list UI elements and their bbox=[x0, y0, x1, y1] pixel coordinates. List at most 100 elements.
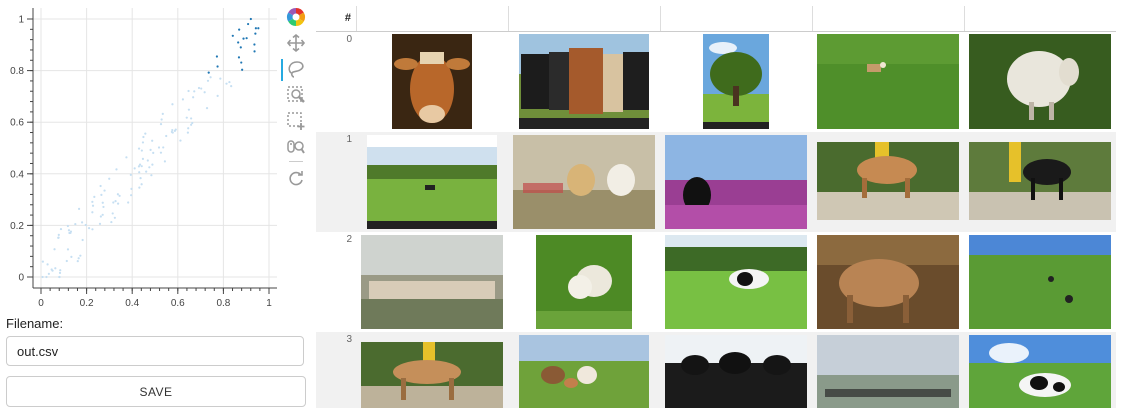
scatter-point bbox=[77, 257, 80, 260]
table-cell[interactable] bbox=[356, 32, 508, 132]
pan-tool-icon[interactable] bbox=[283, 30, 309, 56]
cows-in-fog-photo bbox=[817, 335, 959, 408]
table-cell[interactable] bbox=[812, 332, 964, 408]
brown-cow-pen-photo bbox=[817, 142, 959, 220]
table-cell[interactable] bbox=[660, 232, 812, 332]
scatter-point bbox=[58, 271, 62, 274]
scatter-point bbox=[76, 260, 79, 263]
table-cell[interactable] bbox=[964, 332, 1116, 408]
y-tick-label: 0.4 bbox=[10, 169, 24, 180]
scatter-point bbox=[81, 238, 84, 242]
x-tick-label: 0.2 bbox=[80, 298, 94, 309]
scatter-point bbox=[200, 87, 203, 90]
scatter-point bbox=[237, 56, 241, 59]
y-tick-label: 0.8 bbox=[10, 66, 24, 77]
lasso-select-tool-icon[interactable] bbox=[281, 56, 309, 82]
scatter-point bbox=[67, 229, 71, 232]
table-cell[interactable] bbox=[812, 232, 964, 332]
y-tick-label: 1 bbox=[18, 15, 24, 26]
box-select-tool-icon[interactable] bbox=[283, 108, 309, 134]
scatter-point bbox=[165, 134, 168, 138]
scatter-point bbox=[113, 216, 116, 219]
table-cell[interactable] bbox=[508, 32, 660, 132]
table-cell[interactable] bbox=[660, 132, 812, 232]
scatter-point bbox=[190, 117, 193, 120]
table-row[interactable]: 2 bbox=[316, 232, 1116, 332]
column-header[interactable] bbox=[356, 6, 509, 31]
black-cow-pen-photo bbox=[969, 142, 1111, 220]
table-cell[interactable] bbox=[964, 132, 1116, 232]
box-zoom-tool-icon[interactable] bbox=[283, 82, 309, 108]
table-cell[interactable] bbox=[508, 232, 660, 332]
scatter-point bbox=[118, 194, 121, 197]
save-button[interactable]: SAVE bbox=[6, 376, 306, 407]
table-cell[interactable] bbox=[964, 32, 1116, 132]
scatter-point bbox=[186, 131, 189, 134]
table-cell[interactable] bbox=[508, 332, 660, 408]
scatter-point bbox=[160, 118, 163, 121]
scatter-point bbox=[241, 68, 244, 71]
scatter-point bbox=[240, 61, 243, 64]
scatter-point bbox=[239, 46, 242, 49]
scatter-point bbox=[99, 215, 102, 218]
holstein-cow-grass-photo bbox=[969, 335, 1111, 408]
scatter-point bbox=[46, 263, 49, 266]
scatter-point bbox=[216, 94, 219, 97]
scatter-point bbox=[137, 147, 141, 150]
table-cell[interactable] bbox=[356, 132, 508, 232]
table-cell[interactable] bbox=[812, 132, 964, 232]
scatter-point bbox=[219, 77, 222, 80]
table-cell[interactable] bbox=[508, 132, 660, 232]
scatter-point bbox=[187, 127, 190, 130]
table-row[interactable]: 1 bbox=[316, 132, 1116, 232]
table-row[interactable]: 3 bbox=[316, 332, 1116, 408]
dog-in-flowers-photo bbox=[665, 135, 807, 229]
brown-cow-fence-photo bbox=[361, 342, 503, 408]
column-header[interactable] bbox=[660, 6, 813, 31]
table-cell[interactable] bbox=[812, 32, 964, 132]
herd-of-cows-photo bbox=[519, 34, 649, 129]
scatter-point bbox=[238, 28, 241, 31]
column-header[interactable] bbox=[812, 6, 965, 31]
cows-and-calf-photo bbox=[519, 335, 649, 408]
table-cell[interactable] bbox=[660, 332, 812, 408]
wheel-zoom-tool-icon[interactable] bbox=[283, 134, 309, 160]
scatter-point bbox=[142, 135, 145, 139]
row-index: 2 bbox=[346, 234, 352, 245]
cows-in-pasture-photo bbox=[367, 135, 497, 229]
scatter-point bbox=[91, 211, 94, 214]
scatter-point bbox=[70, 255, 73, 258]
table-cell[interactable] bbox=[356, 332, 508, 408]
y-tick-label: 0.2 bbox=[10, 221, 24, 232]
scatter-point bbox=[173, 129, 176, 132]
table-cell[interactable] bbox=[964, 232, 1116, 332]
plot-toolbar bbox=[281, 4, 309, 192]
column-header[interactable] bbox=[964, 6, 1117, 31]
bokeh-logo-icon bbox=[283, 4, 309, 30]
row-index: 0 bbox=[346, 34, 352, 45]
scatter-point bbox=[203, 91, 206, 94]
scatter-point bbox=[140, 149, 143, 152]
reset-tool-icon[interactable] bbox=[283, 166, 309, 192]
scatter-point bbox=[47, 272, 50, 275]
filename-input[interactable] bbox=[6, 336, 304, 366]
column-header[interactable] bbox=[508, 6, 661, 31]
x-tick-label: 0.8 bbox=[216, 298, 230, 309]
scatter-point bbox=[141, 141, 145, 144]
scatter-plot[interactable]: 0 0 0.2 0.2 0.4 0.4 0.6 0.6 0.8 0.8 1 1 bbox=[0, 0, 316, 312]
scatter-point bbox=[181, 98, 185, 101]
table-row[interactable]: 0 bbox=[316, 32, 1116, 132]
scatter-point bbox=[74, 222, 77, 226]
scatter-point bbox=[161, 112, 164, 116]
scatter-point bbox=[93, 195, 96, 198]
scatter-point bbox=[152, 151, 155, 155]
table-cell[interactable] bbox=[660, 32, 812, 132]
scatter-point bbox=[130, 194, 133, 197]
scatter-point bbox=[207, 71, 210, 74]
scatter-point bbox=[80, 221, 84, 224]
row-index: 1 bbox=[346, 134, 352, 145]
table-cell[interactable] bbox=[356, 232, 508, 332]
scatter-point bbox=[246, 22, 250, 26]
scatter-point bbox=[225, 82, 228, 85]
scatter-point bbox=[125, 156, 128, 159]
